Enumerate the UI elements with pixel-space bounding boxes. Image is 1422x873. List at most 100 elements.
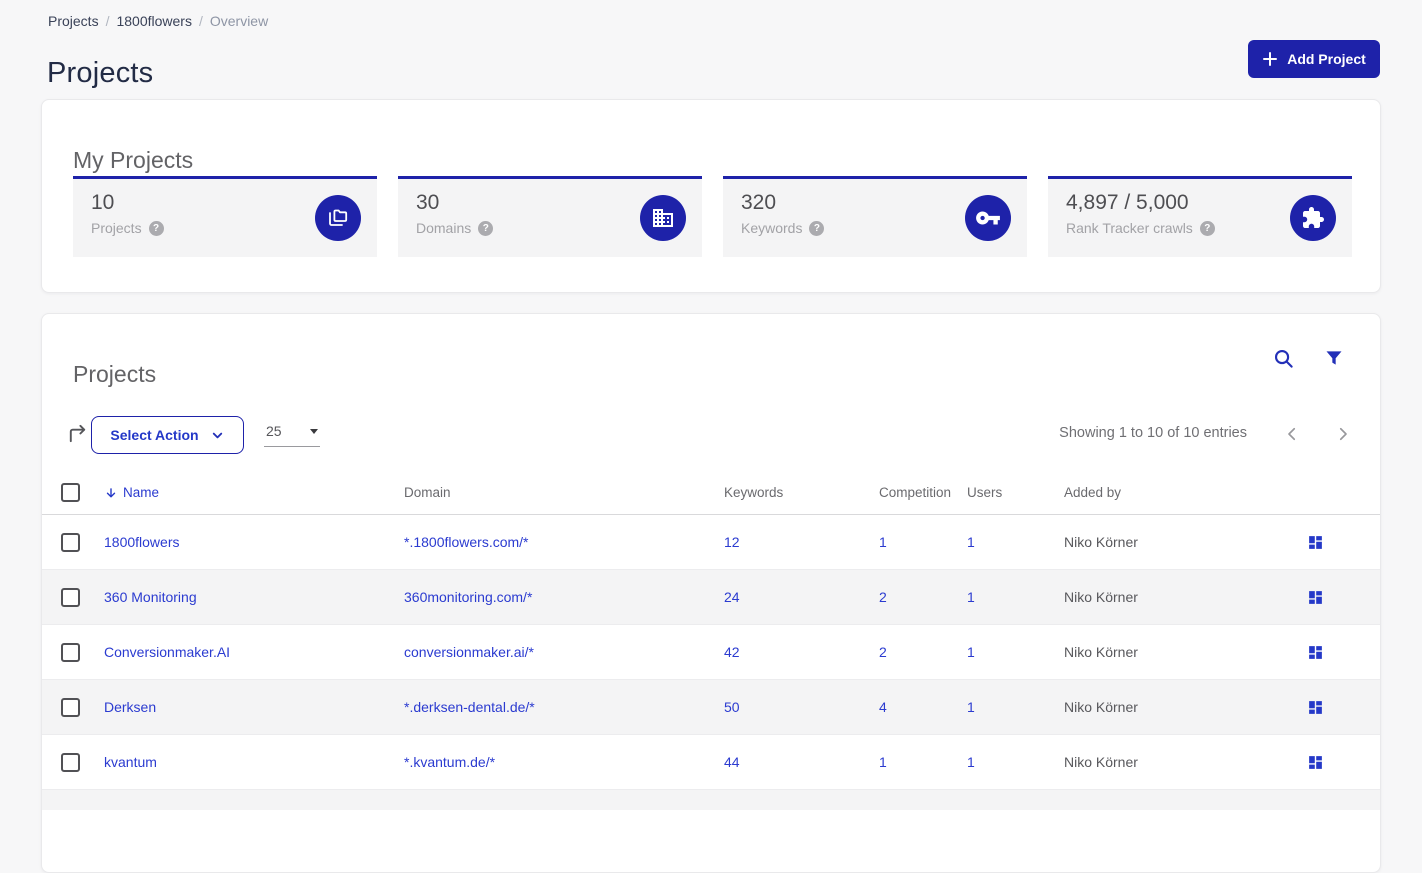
- help-icon[interactable]: ?: [478, 220, 494, 236]
- table-row: Derksen *.derksen-dental.de/* 50 4 1 Nik…: [42, 680, 1380, 735]
- export-icon[interactable]: [64, 422, 90, 448]
- table-header-row: Name Domain Keywords Competition Users A…: [42, 471, 1380, 515]
- project-keywords-link[interactable]: 12: [724, 534, 740, 550]
- showing-entries-text: Showing 1 to 10 of 10 entries: [1059, 425, 1247, 441]
- plus-icon: [1262, 51, 1278, 67]
- column-header-added-by[interactable]: Added by: [1064, 485, 1263, 500]
- project-name-link[interactable]: 1800flowers: [104, 534, 180, 550]
- table-row: 360 Monitoring 360monitoring.com/* 24 2 …: [42, 570, 1380, 625]
- caret-down-icon: [310, 428, 318, 434]
- breadcrumb-item-overview: Overview: [209, 13, 269, 29]
- chevron-down-icon: [210, 428, 225, 443]
- stats-row: 10 Projects ? 30 Domains ? 320 Keywords …: [73, 176, 1352, 257]
- breadcrumb-separator: /: [105, 13, 110, 29]
- help-icon[interactable]: ?: [1199, 220, 1215, 236]
- sort-desc-icon: [104, 486, 118, 500]
- my-projects-card: My Projects 10 Projects ? 30 Domains ? 3…: [41, 99, 1381, 293]
- project-keywords-link[interactable]: 42: [724, 644, 740, 660]
- project-users-link[interactable]: 1: [967, 589, 975, 605]
- table-card-title: Projects: [73, 361, 157, 388]
- project-competition-link[interactable]: 2: [879, 644, 887, 660]
- project-domain-link[interactable]: *.1800flowers.com/*: [404, 534, 529, 550]
- breadcrumb: Projects / 1800flowers / Overview: [48, 13, 268, 29]
- stat-crawls: 4,897 / 5,000 Rank Tracker crawls ?: [1048, 176, 1352, 257]
- project-name-link[interactable]: Conversionmaker.AI: [104, 644, 230, 660]
- domains-building-icon: [640, 195, 686, 241]
- pagination-prev-icon[interactable]: [1278, 420, 1306, 448]
- project-name-link[interactable]: 360 Monitoring: [104, 589, 197, 605]
- filter-icon[interactable]: [1321, 345, 1347, 371]
- row-checkbox[interactable]: [61, 642, 80, 662]
- search-icon[interactable]: [1270, 345, 1296, 371]
- table-body: 1800flowers *.1800flowers.com/* 12 1 1 N…: [42, 515, 1380, 790]
- project-dashboard-icon[interactable]: [1307, 699, 1324, 716]
- project-domain-link[interactable]: *.derksen-dental.de/*: [404, 699, 535, 715]
- select-action-dropdown[interactable]: Select Action: [91, 416, 244, 454]
- project-dashboard-icon[interactable]: [1307, 644, 1324, 661]
- add-project-label: Add Project: [1287, 51, 1366, 67]
- projects-table: Name Domain Keywords Competition Users A…: [42, 471, 1380, 810]
- project-domain-link[interactable]: conversionmaker.ai/*: [404, 644, 534, 660]
- project-competition-link[interactable]: 1: [879, 754, 887, 770]
- project-name-link[interactable]: kvantum: [104, 754, 157, 770]
- column-header-name[interactable]: Name: [104, 485, 404, 500]
- row-checkbox[interactable]: [61, 697, 80, 717]
- stat-domains: 30 Domains ?: [398, 176, 702, 257]
- page-size-select[interactable]: 25: [264, 419, 320, 447]
- keywords-key-icon: [965, 195, 1011, 241]
- project-added-by: Niko Körner: [1064, 699, 1138, 715]
- select-action-label: Select Action: [110, 427, 199, 443]
- project-dashboard-icon[interactable]: [1307, 589, 1324, 606]
- table-row: 1800flowers *.1800flowers.com/* 12 1 1 N…: [42, 515, 1380, 570]
- table-row: kvantum *.kvantum.de/* 44 1 1 Niko Körne…: [42, 735, 1380, 790]
- row-checkbox[interactable]: [61, 532, 80, 552]
- breadcrumb-separator: /: [198, 13, 203, 29]
- project-added-by: Niko Körner: [1064, 534, 1138, 550]
- project-users-link[interactable]: 1: [967, 699, 975, 715]
- project-competition-link[interactable]: 4: [879, 699, 887, 715]
- pagination-next-icon[interactable]: [1329, 420, 1357, 448]
- crawls-puzzle-icon: [1290, 195, 1336, 241]
- project-dashboard-icon[interactable]: [1307, 754, 1324, 771]
- stat-keywords: 320 Keywords ?: [723, 176, 1027, 257]
- select-all-checkbox[interactable]: [61, 483, 80, 502]
- stats-card-title: My Projects: [73, 147, 194, 174]
- column-header-keywords[interactable]: Keywords: [724, 485, 879, 500]
- project-domain-link[interactable]: 360monitoring.com/*: [404, 589, 532, 605]
- column-header-domain[interactable]: Domain: [404, 485, 724, 500]
- column-header-competition[interactable]: Competition: [879, 485, 967, 500]
- help-icon[interactable]: ?: [809, 220, 825, 236]
- project-name-link[interactable]: Derksen: [104, 699, 156, 715]
- project-keywords-link[interactable]: 50: [724, 699, 740, 715]
- projects-table-card: Projects Select Action 25 Showing 1 to 1…: [41, 313, 1381, 873]
- project-users-link[interactable]: 1: [967, 534, 975, 550]
- breadcrumb-item-1800flowers[interactable]: 1800flowers: [116, 13, 192, 29]
- page-title: Projects: [47, 57, 154, 90]
- table-row: Conversionmaker.AI conversionmaker.ai/* …: [42, 625, 1380, 680]
- project-added-by: Niko Körner: [1064, 754, 1138, 770]
- project-dashboard-icon[interactable]: [1307, 534, 1324, 551]
- row-checkbox[interactable]: [61, 752, 80, 772]
- stat-keywords-label: Keywords: [741, 220, 803, 236]
- stat-projects: 10 Projects ?: [73, 176, 377, 257]
- stat-projects-label: Projects: [91, 220, 142, 236]
- column-header-users[interactable]: Users: [967, 485, 1064, 500]
- project-domain-link[interactable]: *.kvantum.de/*: [404, 754, 495, 770]
- add-project-button[interactable]: Add Project: [1248, 40, 1380, 78]
- project-users-link[interactable]: 1: [967, 754, 975, 770]
- page-size-value: 25: [266, 423, 282, 439]
- projects-folders-icon: [315, 195, 361, 241]
- help-icon[interactable]: ?: [148, 220, 164, 236]
- project-keywords-link[interactable]: 44: [724, 754, 740, 770]
- table-row-partial: [42, 790, 1380, 810]
- project-added-by: Niko Körner: [1064, 644, 1138, 660]
- project-competition-link[interactable]: 1: [879, 534, 887, 550]
- project-users-link[interactable]: 1: [967, 644, 975, 660]
- project-added-by: Niko Körner: [1064, 589, 1138, 605]
- project-keywords-link[interactable]: 24: [724, 589, 740, 605]
- project-competition-link[interactable]: 2: [879, 589, 887, 605]
- row-checkbox[interactable]: [61, 587, 80, 607]
- stat-crawls-label: Rank Tracker crawls: [1066, 220, 1193, 236]
- breadcrumb-item-projects[interactable]: Projects: [48, 13, 99, 29]
- stat-domains-label: Domains: [416, 220, 472, 236]
